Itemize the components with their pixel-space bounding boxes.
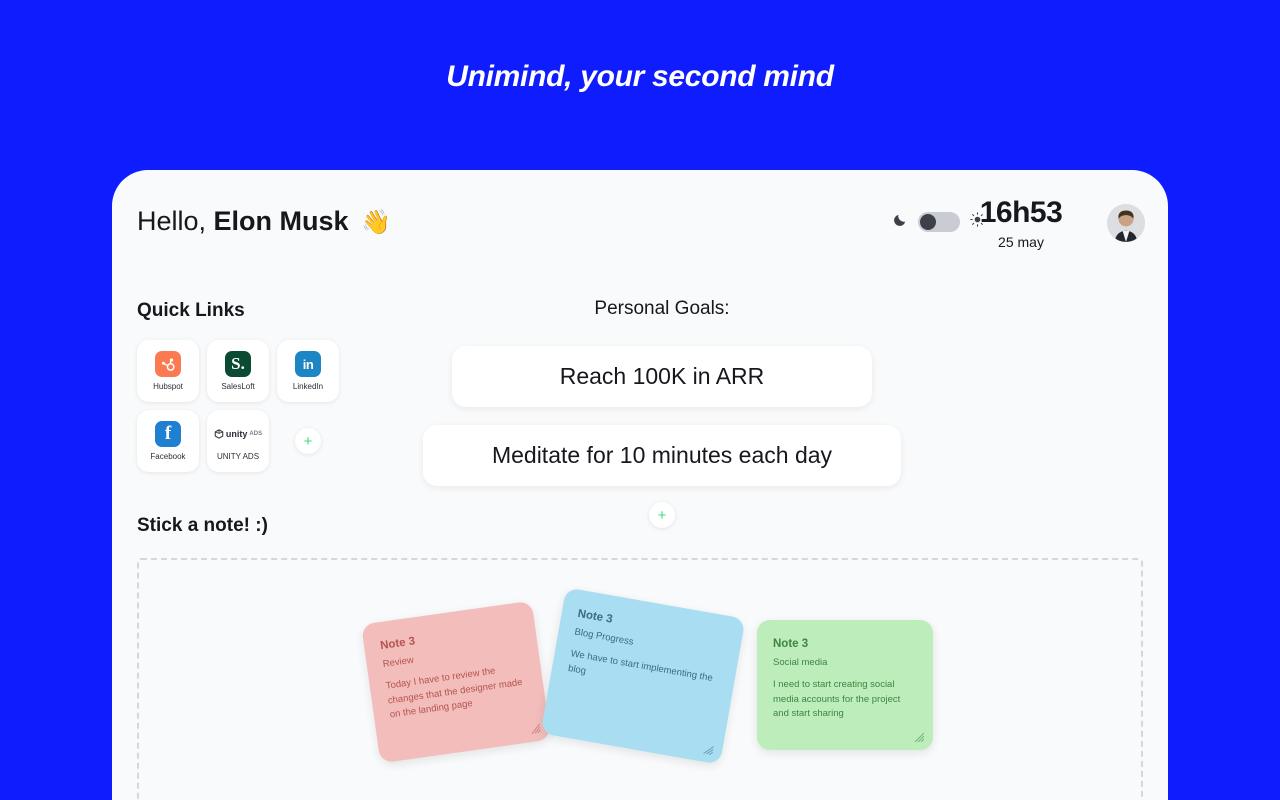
- facebook-icon: f: [155, 421, 181, 447]
- quick-links-title: Quick Links: [137, 300, 245, 321]
- unity-ads-icon: unity ADS: [214, 421, 262, 447]
- quick-links-section: Quick Links Hubspot S. SalesLoft in Link…: [137, 300, 339, 472]
- wave-emoji: 👋: [361, 209, 391, 236]
- current-time: 16h53: [979, 196, 1063, 229]
- note-body: I need to start creating social media ac…: [773, 679, 901, 720]
- hubspot-icon: [155, 351, 181, 377]
- unity-ads-suffix: ADS: [249, 431, 263, 437]
- linkedin-glyph: in: [302, 356, 314, 372]
- quick-link-facebook[interactable]: f Facebook: [137, 410, 199, 472]
- quick-link-linkedin[interactable]: in LinkedIn: [277, 340, 339, 402]
- clock: 16h53 25 may: [966, 196, 1076, 250]
- current-date: 25 may: [998, 234, 1044, 250]
- quick-link-label: UNITY ADS: [216, 452, 260, 461]
- quick-link-label: Hubspot: [153, 382, 183, 391]
- quick-link-label: LinkedIn: [292, 382, 324, 391]
- greeting-prefix: Hello,: [137, 206, 207, 236]
- note-title: Note 3: [773, 638, 809, 650]
- toggle-knob: [920, 214, 936, 230]
- note-subtitle: Social media: [773, 657, 828, 668]
- sticky-note[interactable]: Note 3 Social media I need to start crea…: [757, 620, 933, 750]
- quick-link-label: Facebook: [150, 452, 186, 461]
- personal-goals-title: Personal Goals:: [594, 298, 730, 319]
- top-bar: Hello, Elon Musk 👋 16h53 25 may: [112, 170, 1168, 280]
- add-quick-link-button[interactable]: +: [295, 428, 321, 454]
- resize-grip-icon[interactable]: [699, 740, 715, 756]
- avatar[interactable]: [1107, 204, 1145, 242]
- salesloft-icon: S.: [225, 351, 251, 377]
- linkedin-icon: in: [295, 351, 321, 377]
- sticky-note[interactable]: Note 3 Review Today I have to review the…: [361, 600, 551, 764]
- goal-item[interactable]: Reach 100K in ARR: [452, 346, 872, 407]
- user-name: Elon Musk: [213, 206, 349, 236]
- add-goal-button[interactable]: +: [649, 502, 675, 528]
- page-title: Hello, Elon Musk 👋: [137, 206, 391, 237]
- unity-wordmark: unity: [225, 429, 248, 439]
- app-card: Hello, Elon Musk 👋 16h53 25 may Quick Li…: [112, 170, 1168, 800]
- goal-item[interactable]: Meditate for 10 minutes each day: [423, 425, 901, 486]
- resize-grip-icon[interactable]: [911, 729, 925, 743]
- quick-link-salesloft[interactable]: S. SalesLoft: [207, 340, 269, 402]
- brand-title: Unimind, your second mind: [446, 60, 834, 93]
- quick-link-unity-ads[interactable]: unity ADS UNITY ADS: [207, 410, 269, 472]
- salesloft-glyph: S.: [231, 354, 245, 373]
- quick-link-hubspot[interactable]: Hubspot: [137, 340, 199, 402]
- quick-link-label: SalesLoft: [221, 382, 255, 391]
- moon-icon: [893, 212, 908, 232]
- note-body: Today I have to review the changes that …: [385, 665, 524, 721]
- notes-heading: Stick a note! :): [137, 515, 268, 536]
- theme-toggle[interactable]: [918, 212, 960, 232]
- personal-goals-section: Personal Goals: Reach 100K in ARR Medita…: [412, 298, 912, 528]
- resize-grip-icon[interactable]: [526, 720, 541, 735]
- quick-links-grid: Hubspot S. SalesLoft in LinkedIn f Faceb…: [137, 340, 339, 472]
- sticky-note[interactable]: Note 3 Blog Progress We have to start im…: [540, 587, 746, 765]
- facebook-glyph: f: [164, 423, 172, 444]
